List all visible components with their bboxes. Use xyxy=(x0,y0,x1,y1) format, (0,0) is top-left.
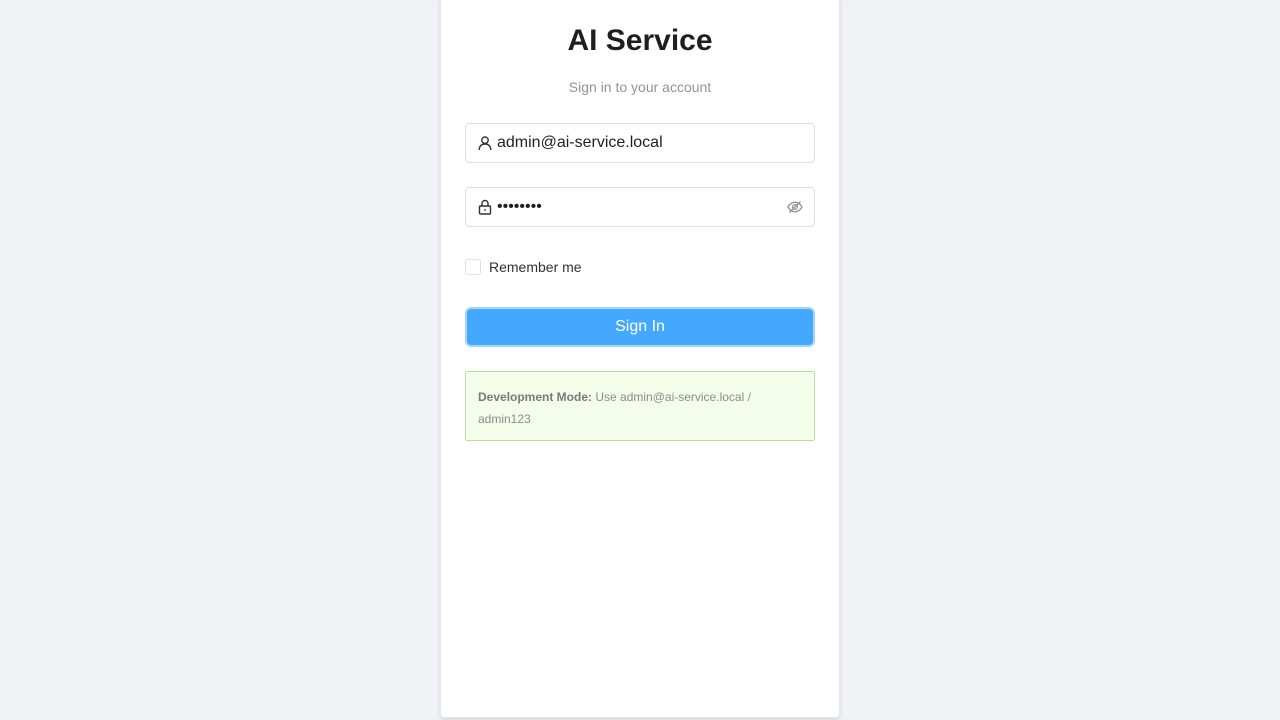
sign-in-button[interactable]: Sign In xyxy=(465,307,815,347)
dev-mode-label: Development Mode: xyxy=(478,390,593,404)
password-input[interactable] xyxy=(497,188,787,226)
login-card: AI Service Sign in to your account admin… xyxy=(440,0,840,718)
lock-icon xyxy=(477,199,493,215)
email-input[interactable] xyxy=(497,124,787,162)
page-subtitle: Sign in to your account xyxy=(568,79,712,95)
remember-me-label[interactable]: Remember me xyxy=(489,259,582,275)
remember-me-checkbox[interactable] xyxy=(465,259,481,275)
remember-me[interactable]: Remember me xyxy=(465,259,582,275)
dev-mode-notice: Development Mode: Use admin@ai-service.l… xyxy=(465,371,815,441)
password-field[interactable] xyxy=(465,187,815,227)
email-field[interactable] xyxy=(465,123,815,163)
user-icon xyxy=(477,135,493,151)
eye-off-icon[interactable] xyxy=(787,199,803,215)
page-title: AI Service xyxy=(567,24,713,57)
